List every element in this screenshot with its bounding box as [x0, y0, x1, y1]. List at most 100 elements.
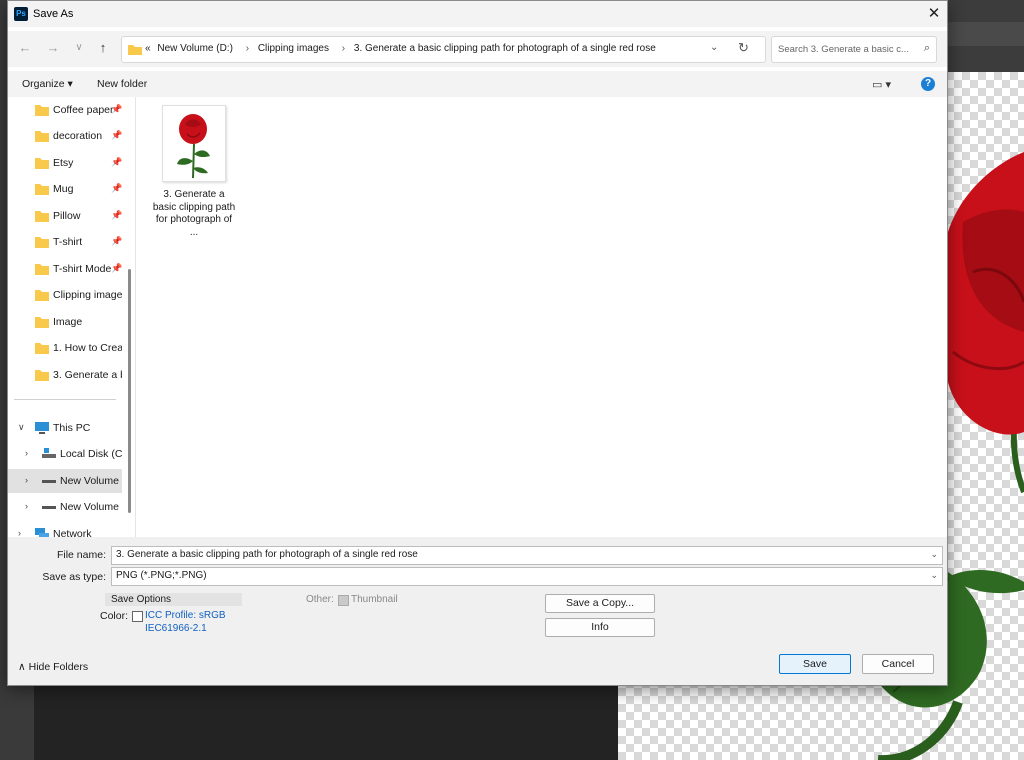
photoshop-top-bar: [946, 0, 1024, 72]
pin-icon: 📌: [111, 157, 122, 167]
breadcrumb-clipping-images[interactable]: Clipping images: [258, 43, 329, 54]
sidebar-item-label: Pillow: [53, 210, 81, 222]
sidebar-item-t-shirt[interactable]: T-shirt 📌: [8, 230, 122, 254]
sidebar-item-pillow[interactable]: Pillow 📌: [8, 204, 122, 228]
sidebar-item-network[interactable]: › Network: [8, 522, 122, 537]
thumbnail-checkbox[interactable]: [338, 595, 349, 606]
save-as-type-label: Save as type:: [42, 571, 106, 583]
sidebar-item-image[interactable]: Image: [8, 310, 122, 334]
folder-icon: [35, 290, 49, 301]
help-icon[interactable]: ?: [921, 77, 935, 91]
search-input[interactable]: Search 3. Generate a basic c...: [778, 44, 910, 55]
save-a-copy-button[interactable]: Save a Copy...: [545, 594, 655, 613]
pin-icon: 📌: [111, 183, 122, 193]
back-button[interactable]: ←: [16, 39, 34, 57]
sidebar-item-how-to-create[interactable]: 1. How to Create: [8, 336, 122, 360]
icc-profile-label-line2: IEC61966-2.1: [145, 623, 207, 634]
sidebar-item-etsy[interactable]: Etsy 📌: [8, 151, 122, 175]
sidebar-item-label: T-shirt Mode: [53, 263, 112, 275]
folder-icon: [35, 211, 49, 222]
icc-profile-label: ICC Profile: sRGB: [145, 610, 226, 621]
sidebar-item-t-shirt-mode[interactable]: T-shirt Mode 📌: [8, 257, 122, 281]
chevron-down-icon[interactable]: ∨: [18, 422, 25, 433]
file-thumbnail: [162, 105, 226, 182]
file-name-field[interactable]: 3. Generate a basic clipping path for ph…: [111, 546, 943, 565]
pin-icon: 📌: [111, 210, 122, 220]
sidebar-item-decoration[interactable]: decoration 📌: [8, 124, 122, 148]
file-name-label: 3. Generate a basic clipping path for ph…: [152, 189, 236, 238]
sidebar-item-label: Clipping images: [53, 289, 122, 301]
chevron-down-icon[interactable]: ⌄: [930, 549, 938, 560]
pin-icon: 📌: [111, 263, 122, 273]
change-view-icon[interactable]: ▭ ▾: [872, 78, 891, 91]
sidebar-item-label: Mug: [53, 183, 74, 195]
up-button[interactable]: ↑: [94, 39, 112, 57]
computer-icon: [35, 422, 49, 434]
chevron-up-icon: ∧: [18, 661, 26, 673]
chevron-right-icon[interactable]: ›: [25, 501, 28, 511]
sidebar-item-label: 3. Generate a ba: [53, 369, 122, 381]
chevron-down-icon[interactable]: ⌄: [930, 570, 938, 581]
folder-icon: [35, 237, 49, 248]
chevron-right-icon[interactable]: ›: [25, 475, 28, 485]
pin-icon: 📌: [111, 130, 122, 140]
sidebar-item-generate-a-basic[interactable]: 3. Generate a ba: [8, 363, 122, 387]
breadcrumb-separator-icon[interactable]: ›: [342, 43, 345, 54]
sidebar-item-new-volume-e[interactable]: › New Volume (E:): [8, 495, 122, 519]
hide-folders-label: Hide Folders: [28, 661, 89, 673]
breadcrumb-overflow[interactable]: «: [145, 43, 151, 54]
address-dropdown-icon[interactable]: ⌄: [710, 42, 718, 53]
sidebar-item-local-disk[interactable]: › Local Disk (C:): [8, 442, 122, 466]
close-button[interactable]: ✕: [921, 1, 947, 27]
breadcrumb-current-folder[interactable]: 3. Generate a basic clipping path for ph…: [354, 43, 656, 54]
sidebar-item-label: 1. How to Create: [53, 342, 122, 354]
refresh-icon[interactable]: ↻: [738, 40, 749, 56]
sidebar-item-this-pc[interactable]: ∨ This PC: [8, 416, 122, 440]
folder-icon: [35, 343, 49, 354]
sidebar-item-label: decoration: [53, 130, 103, 142]
save-button[interactable]: Save: [779, 654, 851, 674]
pin-icon: 📌: [111, 236, 122, 246]
folder-icon: [35, 105, 49, 116]
rose-thumbnail-image: [177, 114, 210, 179]
sidebar-item-clipping-images[interactable]: Clipping images: [8, 283, 122, 307]
cancel-button[interactable]: Cancel: [862, 654, 934, 674]
file-list: 3. Generate a basic clipping path for ph…: [136, 97, 947, 537]
sidebar-item-mug[interactable]: Mug 📌: [8, 177, 122, 201]
forward-button[interactable]: →: [44, 39, 62, 57]
search-icon[interactable]: ⌕: [924, 42, 930, 55]
sidebar-item-label: Coffee paper: [53, 104, 114, 116]
organize-button[interactable]: Organize ▾: [22, 78, 73, 90]
icc-profile-checkbox[interactable]: [132, 611, 143, 622]
folder-icon: [35, 370, 49, 381]
color-label: Color:: [99, 610, 128, 622]
save-options-header: Save Options: [105, 593, 242, 606]
sidebar-divider: [14, 399, 116, 400]
hide-folders-button[interactable]: ∧ Hide Folders: [18, 661, 88, 673]
breadcrumb-separator-icon[interactable]: ›: [246, 43, 249, 54]
recent-locations-button[interactable]: ∨: [70, 39, 88, 57]
save-as-type-value[interactable]: PNG (*.PNG;*.PNG): [116, 570, 207, 581]
breadcrumb: « New Volume (D:) › Clipping images › 3.…: [145, 43, 660, 54]
address-bar[interactable]: « New Volume (D:) › Clipping images › 3.…: [121, 36, 766, 63]
file-name-value[interactable]: 3. Generate a basic clipping path for ph…: [116, 549, 418, 560]
command-bar: Organize ▾ New folder ▭ ▾ ?: [8, 71, 947, 97]
chevron-right-icon[interactable]: ›: [25, 448, 28, 458]
folder-icon: [35, 317, 49, 328]
chevron-right-icon[interactable]: ›: [18, 528, 21, 537]
sidebar-scrollbar[interactable]: [128, 269, 131, 513]
save-as-type-select[interactable]: PNG (*.PNG;*.PNG) ⌄: [111, 567, 943, 586]
pin-icon: 📌: [111, 104, 122, 114]
info-button[interactable]: Info: [545, 618, 655, 637]
sidebar-item-label: Local Disk (C:): [60, 448, 122, 460]
sidebar-item-label: New Volume (D:): [60, 475, 122, 487]
sidebar-item-coffee-paper[interactable]: Coffee paper 📌: [8, 98, 122, 122]
sidebar-item-new-volume-d[interactable]: › New Volume (D:): [8, 469, 122, 493]
new-folder-button[interactable]: New folder: [97, 78, 147, 90]
search-box[interactable]: Search 3. Generate a basic c... ⌕: [771, 36, 937, 63]
sidebar-item-label: Network: [53, 528, 92, 537]
folder-icon: [35, 264, 49, 275]
sidebar-item-label: Etsy: [53, 157, 74, 169]
breadcrumb-new-volume[interactable]: New Volume (D:): [157, 43, 233, 54]
sidebar-item-label: This PC: [53, 422, 91, 434]
